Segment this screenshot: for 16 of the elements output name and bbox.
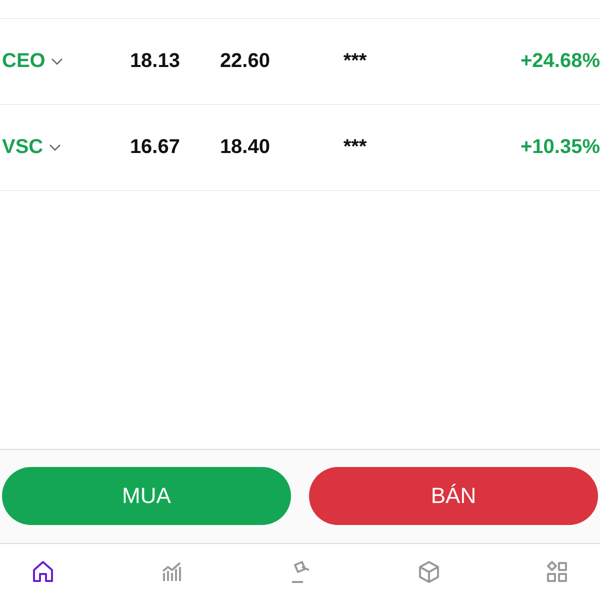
grid-icon <box>544 559 570 585</box>
buy-button[interactable]: MUA <box>2 467 291 525</box>
chevron-down-icon <box>51 58 64 66</box>
price-value: 16.67 <box>128 136 180 159</box>
sell-button[interactable]: BÁN <box>309 467 598 525</box>
price-value: 18.40 <box>218 136 270 159</box>
hidden-value: *** <box>342 136 368 159</box>
price-value: 18.13 <box>128 50 180 73</box>
hidden-value: *** <box>342 50 368 73</box>
percent-change: +24.68% <box>519 50 600 73</box>
chevron-down-icon <box>49 144 62 152</box>
percent-change: +10.35% <box>519 136 600 159</box>
stock-symbol[interactable]: CEO <box>0 50 100 73</box>
stock-symbol[interactable]: VSC <box>0 136 100 159</box>
price-value: 22.60 <box>218 50 270 73</box>
home-icon <box>30 559 56 585</box>
